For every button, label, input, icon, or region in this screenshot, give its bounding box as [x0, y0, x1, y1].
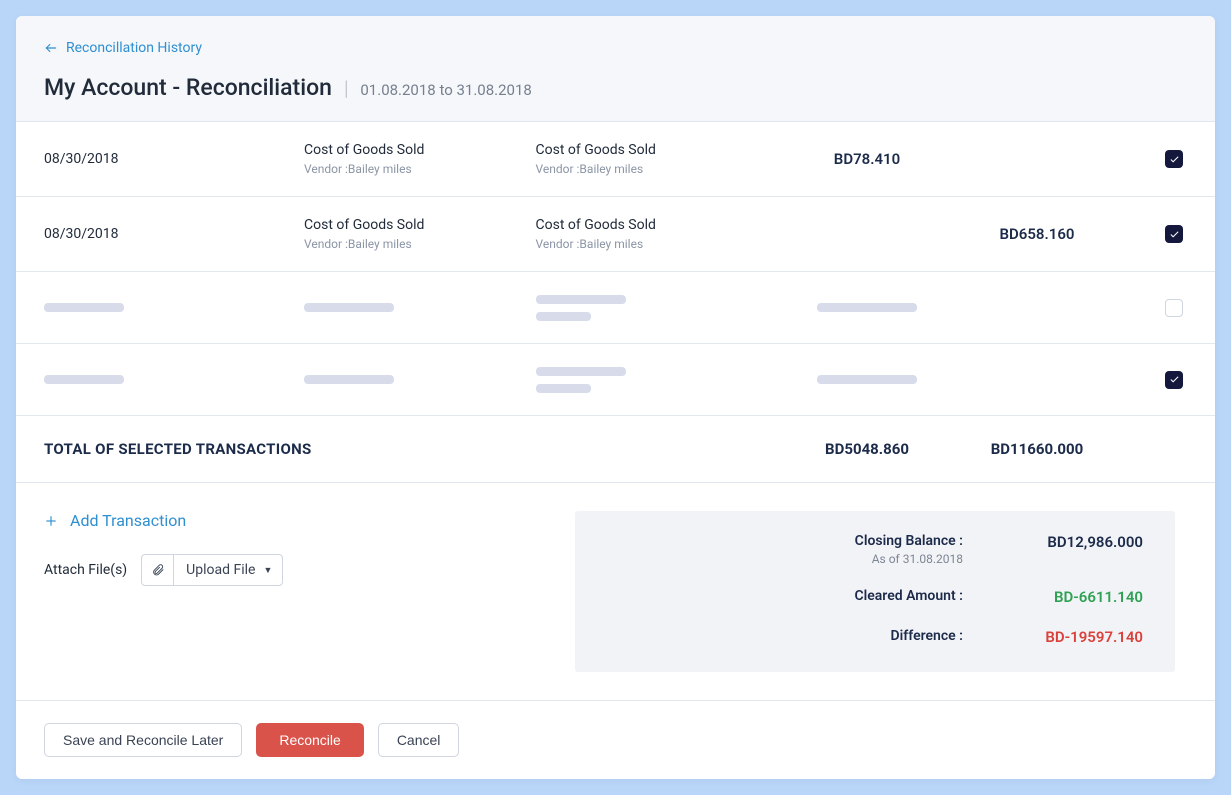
amount-col2: BD658.160 — [967, 225, 1107, 243]
transaction-row-loading — [16, 272, 1215, 344]
reconciliation-page: Reconcillation History My Account - Reco… — [16, 16, 1215, 779]
skeleton-bar — [817, 303, 917, 312]
action-bar: Save and Reconcile Later Reconcile Cance… — [16, 701, 1215, 779]
skeleton-bar — [44, 375, 124, 384]
skeleton-bar — [536, 295, 626, 304]
select-checkbox[interactable] — [1165, 225, 1183, 243]
vendor-label: Vendor :Bailey miles — [536, 237, 768, 251]
transaction-row: 08/30/2018 Cost of Goods Sold Vendor :Ba… — [16, 197, 1215, 272]
account-cell: Cost of Goods Sold Vendor :Bailey miles — [536, 217, 768, 251]
transaction-date: 08/30/2018 — [44, 226, 304, 242]
account-name: Cost of Goods Sold — [536, 217, 768, 233]
skeleton-bar — [304, 375, 394, 384]
date-range: 01.08.2018 to 31.08.2018 — [360, 81, 531, 99]
skeleton-bar — [536, 312, 591, 321]
add-transaction-button[interactable]: Add Transaction — [44, 511, 186, 530]
transaction-list: 08/30/2018 Cost of Goods Sold Vendor :Ba… — [16, 122, 1215, 416]
difference-label: Difference : — [607, 628, 963, 644]
transaction-date: 08/30/2018 — [44, 151, 304, 167]
select-checkbox[interactable] — [1165, 299, 1183, 317]
vendor-label: Vendor :Bailey miles — [304, 162, 536, 176]
closing-balance-value: BD12,986.000 — [963, 533, 1143, 566]
skeleton-bar — [536, 367, 626, 376]
vendor-label: Vendor :Bailey miles — [536, 162, 768, 176]
back-link-label: Reconcillation History — [66, 40, 202, 56]
save-reconcile-later-button[interactable]: Save and Reconcile Later — [44, 723, 242, 757]
skeleton-bar — [817, 375, 917, 384]
check-icon — [1169, 374, 1180, 385]
amount-col1: BD78.410 — [767, 150, 967, 168]
cancel-button[interactable]: Cancel — [378, 723, 460, 757]
skeleton-bar — [44, 303, 124, 312]
account-cell: Cost of Goods Sold Vendor :Bailey miles — [536, 142, 768, 176]
select-checkbox[interactable] — [1165, 371, 1183, 389]
closing-balance-asof: As of 31.08.2018 — [607, 552, 963, 566]
upload-file-button[interactable]: Upload File ▼ — [141, 554, 283, 586]
check-icon — [1169, 154, 1180, 165]
select-checkbox[interactable] — [1165, 150, 1183, 168]
page-header: Reconcillation History My Account - Reco… — [16, 16, 1215, 122]
vendor-label: Vendor :Bailey miles — [304, 237, 536, 251]
bottom-section: Add Transaction Attach File(s) Upload Fi… — [16, 483, 1215, 701]
totals-row: TOTAL OF SELECTED TRANSACTIONS BD5048.86… — [16, 416, 1215, 483]
add-transaction-label: Add Transaction — [70, 511, 186, 530]
page-title: My Account - Reconciliation — [44, 74, 332, 101]
account-cell: Cost of Goods Sold Vendor :Bailey miles — [304, 142, 536, 176]
attach-files-label: Attach File(s) — [44, 562, 127, 578]
cleared-amount-label: Cleared Amount : — [607, 588, 963, 604]
upload-file-label: Upload File — [186, 562, 255, 578]
plus-icon — [44, 514, 58, 528]
account-cell: Cost of Goods Sold Vendor :Bailey miles — [304, 217, 536, 251]
arrow-left-icon — [44, 41, 58, 55]
difference-value: BD-19597.140 — [963, 628, 1143, 646]
transaction-row-loading — [16, 344, 1215, 416]
back-to-history-link[interactable]: Reconcillation History — [44, 40, 202, 56]
title-separator: | — [344, 76, 348, 100]
totals-col1: BD5048.860 — [767, 440, 967, 458]
closing-balance-label: Closing Balance : — [607, 533, 963, 549]
balance-summary: Closing Balance : As of 31.08.2018 BD12,… — [575, 511, 1175, 672]
caret-down-icon: ▼ — [263, 565, 272, 576]
check-icon — [1169, 229, 1180, 240]
cleared-amount-value: BD-6611.140 — [963, 588, 1143, 606]
account-name: Cost of Goods Sold — [536, 142, 768, 158]
reconcile-button[interactable]: Reconcile — [256, 723, 363, 757]
transaction-row: 08/30/2018 Cost of Goods Sold Vendor :Ba… — [16, 122, 1215, 197]
skeleton-bar — [536, 384, 591, 393]
totals-label: TOTAL OF SELECTED TRANSACTIONS — [44, 440, 767, 458]
account-name: Cost of Goods Sold — [304, 217, 536, 233]
totals-col2: BD11660.000 — [967, 440, 1107, 458]
skeleton-bar — [304, 303, 394, 312]
paperclip-icon — [151, 563, 165, 577]
account-name: Cost of Goods Sold — [304, 142, 536, 158]
